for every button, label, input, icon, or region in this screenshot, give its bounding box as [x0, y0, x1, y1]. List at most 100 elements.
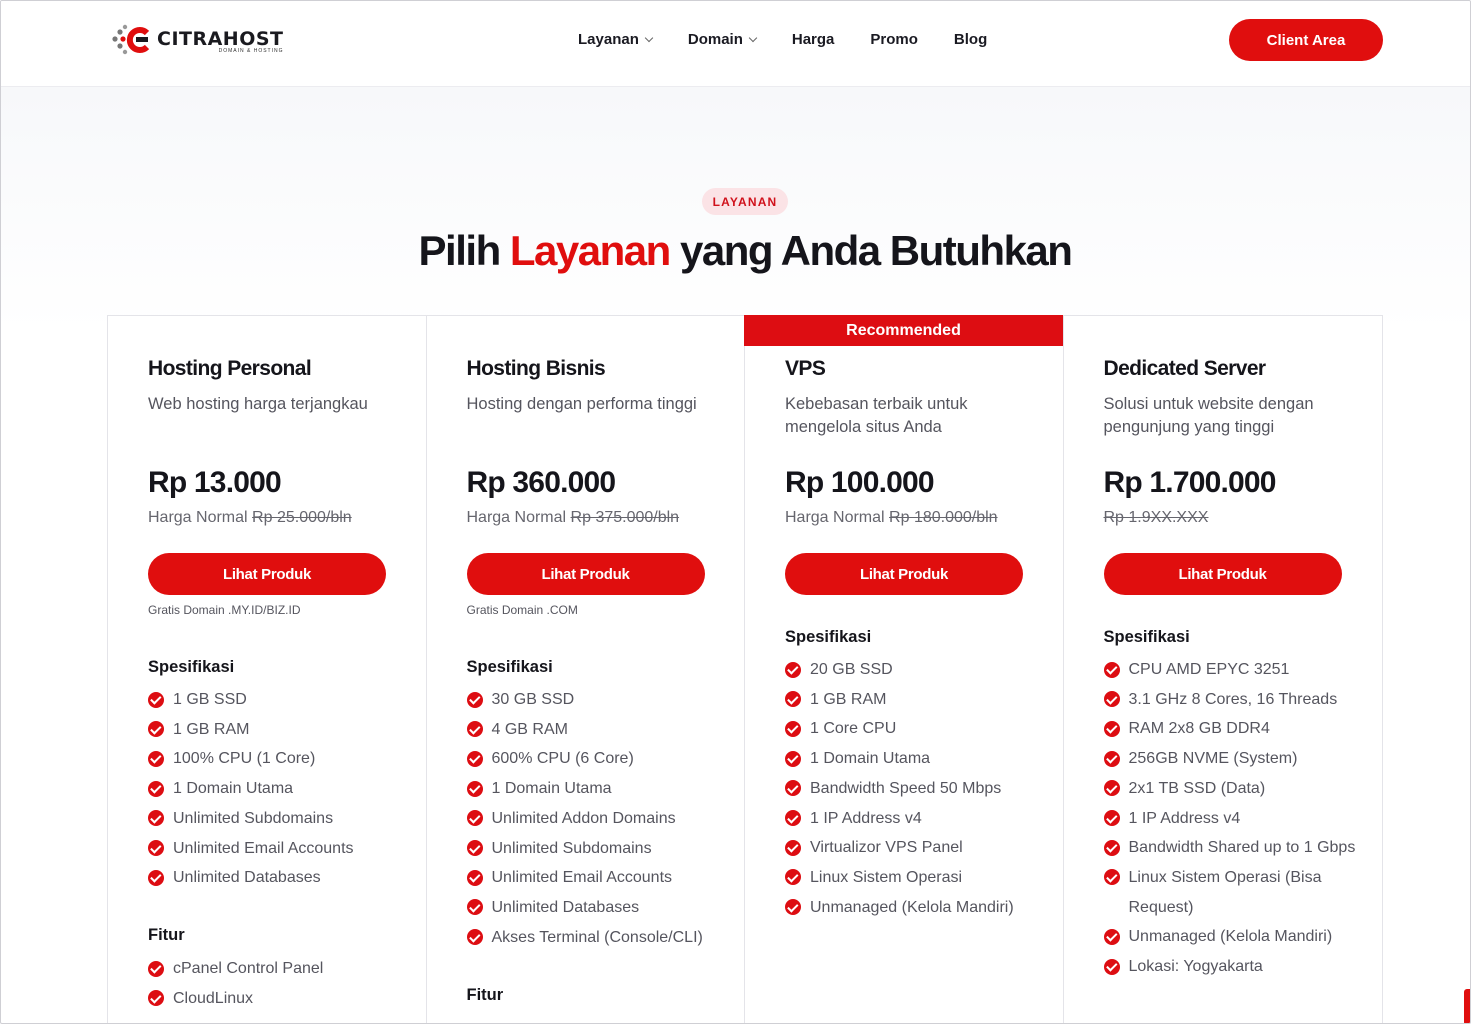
check-circle-icon: [466, 840, 483, 857]
spec-item-label: CloudLinux: [173, 989, 254, 1007]
plan-description: Kebebasan terbaik untuk mengelola situs …: [785, 395, 968, 436]
nav-item-layanan[interactable]: Layanan: [578, 31, 654, 48]
spec-item-label: 1 Domain Utama: [491, 780, 612, 798]
spec-item: 256GB NVME (System): [1103, 744, 1364, 774]
check-circle-icon: [785, 720, 801, 737]
brand-logo[interactable]: CITRAHOST DOMAIN & HOSTING: [111, 23, 284, 59]
spec-item: RAM 2x8 GB DDR4: [1103, 714, 1364, 744]
spec-item-label: Linux Sistem Operasi: [810, 868, 963, 886]
spec-item: 20 GB SSD: [785, 655, 1045, 685]
spec-item: 1 Core CPU: [785, 714, 1045, 744]
nav-item-promo[interactable]: Promo: [870, 31, 918, 48]
view-product-button[interactable]: Lihat Produk: [466, 553, 705, 595]
spec-item: 1 IP Address v4: [1103, 804, 1364, 834]
spec-item-label: Lokasi: Yogyakarta: [1128, 958, 1263, 976]
plan-bonus-note: Gratis Domain .MY.ID/BIZ.ID: [148, 603, 301, 617]
check-circle-icon: [785, 899, 801, 916]
normal-price-value: Rp 25.000/bln: [252, 509, 352, 526]
check-circle-icon: [148, 960, 164, 977]
plan-normal-price: Harga Normal Rp 25.000/bln: [148, 509, 352, 527]
features-heading: Fitur: [466, 986, 504, 1004]
normal-price-label: Harga Normal: [466, 509, 567, 526]
normal-price-value: Rp 375.000/bln: [570, 509, 680, 526]
check-circle-icon: [785, 810, 801, 827]
spec-item-label: Akses Terminal (Console/CLI): [491, 928, 703, 946]
check-circle-icon: [1103, 839, 1120, 856]
spec-item-label: 20 GB SSD: [810, 661, 893, 678]
spec-item: Lokasi: Yogyakarta: [1103, 952, 1364, 982]
spec-item-label: 3.1 GHz 8 Cores, 16 Threads: [1128, 690, 1338, 708]
check-circle-icon: [785, 661, 801, 678]
client-area-button[interactable]: Client Area: [1229, 19, 1383, 61]
spec-item-label: RAM 2x8 GB DDR4: [1128, 720, 1270, 738]
check-circle-icon: [148, 990, 164, 1007]
spec-item-label: Unmanaged (Kelola Mandiri): [1128, 928, 1333, 946]
spec-item-label: 1 Domain Utama: [173, 780, 294, 798]
spec-item-label: 100% CPU (1 Core): [173, 750, 316, 768]
spec-item: 30 GB SSD: [466, 685, 727, 715]
features-heading: Fitur: [148, 926, 185, 944]
check-circle-icon: [466, 869, 483, 886]
page: CITRAHOST DOMAIN & HOSTING Layanan Domai…: [0, 0, 1471, 1024]
spec-item-label: 256GB NVME (System): [1128, 750, 1298, 768]
specs-list: 30 GB SSD 4 GB RAM 600% CPU (6 Core) 1 Doma…: [466, 685, 727, 952]
plan-name: Hosting Bisnis: [466, 357, 606, 380]
normal-price-value: Rp 1.9XX.XXX: [1103, 509, 1209, 526]
specs-heading: Spesifikasi: [466, 658, 553, 676]
nav-item-blog[interactable]: Blog: [954, 31, 987, 48]
spec-item-label: Unlimited Subdomains: [491, 839, 652, 857]
spec-item: 1 Domain Utama: [466, 774, 727, 804]
check-circle-icon: [148, 750, 164, 767]
plan-card-vps: Recommended VPS Kebebasan terbaik untuk …: [744, 315, 1064, 1023]
check-circle-icon: [466, 750, 483, 767]
plan-price: Rp 100.000: [785, 466, 935, 499]
check-circle-icon: [1103, 720, 1120, 737]
nav-item-harga[interactable]: Harga: [792, 31, 835, 48]
plan-card-hosting-personal: Hosting Personal Web hosting harga terja…: [108, 316, 427, 1023]
specs-list: CPU AMD EPYC 3251 3.1 GHz 8 Cores, 16 Thr…: [1103, 655, 1364, 982]
nav-item-label: Layanan: [578, 31, 639, 48]
check-circle-icon: [1103, 928, 1120, 945]
nav-item-label: Harga: [791, 31, 835, 48]
spec-item-label: 30 GB SSD: [491, 691, 575, 708]
spec-item: Unlimited Email Accounts: [466, 863, 727, 893]
scroll-to-top-tab[interactable]: [1464, 989, 1470, 1023]
nav-item-label: Blog: [953, 31, 988, 48]
spec-item: Unlimited Subdomains: [148, 804, 408, 834]
spec-item-label: 1 GB RAM: [810, 690, 887, 708]
chevron-down-icon: [644, 33, 654, 42]
spec-item: Unlimited Email Accounts: [148, 834, 408, 864]
plan-price: Rp 360.000: [466, 466, 617, 499]
logo-icon: [111, 23, 155, 59]
check-circle-icon: [466, 691, 483, 708]
recommended-ribbon: Recommended: [744, 315, 1063, 346]
plan-normal-price: Harga Normal Rp 180.000/bln: [785, 509, 998, 527]
view-product-button[interactable]: Lihat Produk: [1103, 553, 1342, 595]
nav-item-label: Promo: [870, 31, 918, 48]
plan-card-dedicated-server: Dedicated Server Solusi untuk website de…: [1064, 316, 1383, 1023]
section-title: Pilih Layanan yang Anda Butuhkan: [1, 227, 1470, 275]
site-header: CITRAHOST DOMAIN & HOSTING Layanan Domai…: [1, 1, 1470, 87]
spec-item: cPanel Control Panel: [148, 954, 408, 984]
check-circle-icon: [785, 780, 801, 797]
spec-item: 1 GB RAM: [785, 685, 1045, 715]
nav-item-domain[interactable]: Domain: [688, 31, 758, 48]
spec-item: Unlimited Addon Domains: [466, 804, 727, 834]
spec-item: Virtualizor VPS Panel: [785, 833, 1045, 863]
spec-item: 3.1 GHz 8 Cores, 16 Threads: [1103, 685, 1364, 715]
spec-item-label: Bandwidth Speed 50 Mbps: [810, 779, 1002, 797]
view-product-button[interactable]: Lihat Produk: [785, 553, 1023, 595]
spec-item-label: CPU AMD EPYC 3251: [1128, 661, 1290, 678]
spec-item: Linux Sistem Operasi (Bisa Request): [1103, 863, 1364, 922]
check-circle-icon: [466, 929, 483, 946]
plan-normal-price: Harga Normal Rp 375.000/bln: [467, 509, 680, 527]
view-product-button[interactable]: Lihat Produk: [148, 553, 386, 595]
chevron-down-icon: [748, 33, 758, 42]
check-circle-icon: [1103, 691, 1120, 708]
title-accent: Layanan: [509, 227, 671, 274]
section-badge: LAYANAN: [702, 188, 788, 215]
spec-item-label: Unlimited Databases: [173, 869, 321, 887]
normal-price-label: Harga Normal: [785, 509, 885, 526]
spec-item-label: 1 Domain Utama: [810, 750, 931, 768]
spec-item-label: Virtualizor VPS Panel: [810, 839, 963, 857]
